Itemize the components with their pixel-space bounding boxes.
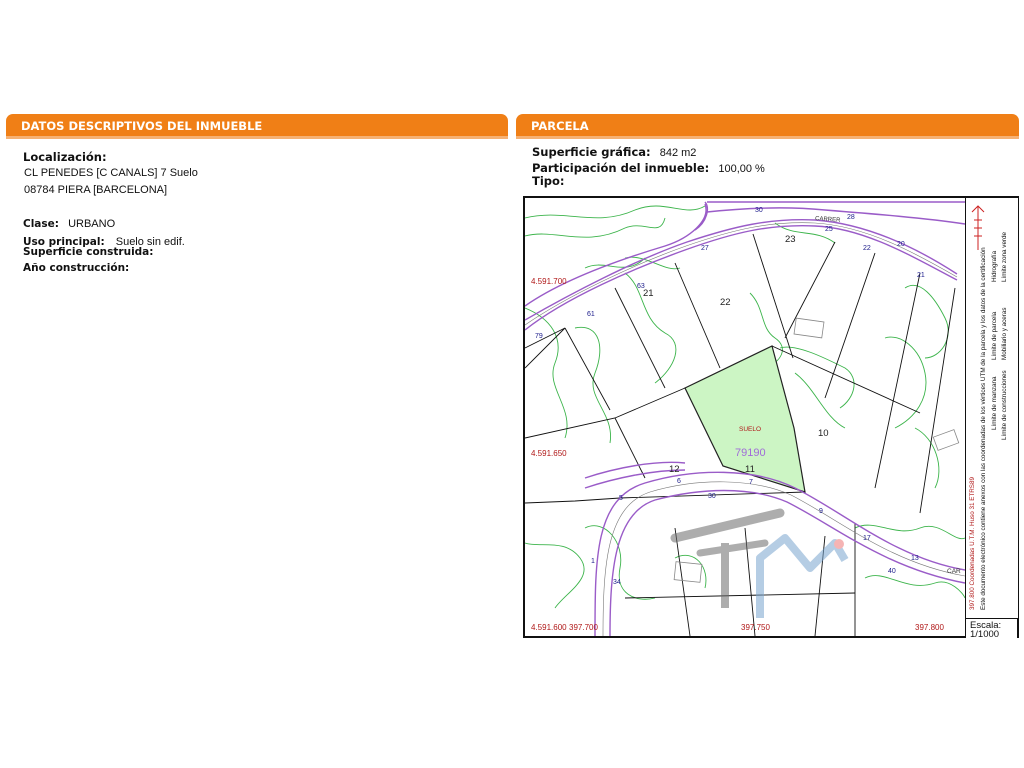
map-drawing: 21 22 23 10 11 12 30 28 25 22 20 21 27 6… (525, 201, 965, 636)
plot-12: 12 (669, 464, 680, 475)
localizacion-label: Localización: (23, 150, 107, 164)
parcel-tag-suelo: SUELO (739, 426, 761, 433)
street-number-12: 30 (708, 493, 716, 500)
street-number-19: 1 (591, 558, 595, 565)
street-number-4: 20 (897, 241, 905, 248)
north-arrow-icon (971, 205, 985, 250)
street-number-6: 27 (701, 245, 709, 252)
map-scale: Escala: 1/1000 (965, 618, 1017, 640)
legend-limite-manzana: Límite de manzana (991, 376, 998, 430)
legend-zona-verde: Límite zona verde (1001, 231, 1008, 282)
street-number-5: 21 (917, 272, 925, 279)
coord-x-mid: 397.750 (741, 623, 770, 632)
street-number-11: 5 (619, 495, 623, 502)
participacion-label: Participación del inmueble: (532, 161, 710, 175)
tipo-label: Tipo: (532, 174, 565, 188)
plot-23: 23 (785, 234, 796, 245)
street-number-14: 9 (819, 508, 823, 515)
street-number-9: 79 (535, 333, 543, 340)
legend-limite-parcela: Límite de parcela (991, 311, 998, 360)
clase-row: Clase: URBANO (23, 212, 115, 231)
map-legend: 397.800 Coordenadas U.T.M. Huso 31 ETRS8… (965, 198, 1018, 618)
parcela-header: PARCELA (516, 114, 1019, 139)
street-name-carrer: CARRER (815, 216, 841, 224)
street-number-7: 63 (637, 283, 645, 290)
plot-10: 10 (818, 428, 829, 439)
clase-label: Clase: (23, 218, 59, 230)
plot-22: 22 (720, 297, 731, 308)
street-number-0: 30 (755, 207, 763, 214)
coord-y-bottom: 4.591.600 (531, 623, 567, 632)
coord-x-left: 397.700 (569, 623, 598, 632)
legend-cert-note: Este documento electrónico contiene anex… (980, 247, 987, 610)
legend-coord-note: 397.800 Coordenadas U.T.M. Huso 31 ETRS8… (969, 476, 976, 610)
street-number-2: 25 (825, 226, 833, 233)
legend-limite-construcciones: Límite de construcciones (1001, 370, 1008, 440)
street-number-13: 7 (749, 479, 753, 486)
parcel-id-label: 79190 (735, 447, 766, 459)
datos-descriptivos-header: DATOS DESCRIPTIVOS DEL INMUEBLE (6, 114, 508, 139)
scale-value: 1/1000 (970, 629, 1000, 640)
plot-11: 11 (745, 464, 755, 475)
superficie-construida-label: Superficie construida: (23, 246, 154, 258)
legend-mobiliario: Mobiliario y aceras (1001, 307, 1008, 361)
clase-value: URBANO (68, 218, 116, 230)
address-line2: 08784 PIERA [BARCELONA] (24, 184, 168, 196)
street-number-16: 13 (911, 555, 919, 562)
coord-x-right: 397.800 (915, 623, 944, 632)
coord-y-mid: 4.591.650 (531, 449, 567, 458)
legend-hidrografia: Hidrografía (991, 250, 998, 282)
street-number-3: 22 (863, 245, 871, 252)
street-number-1: 28 (847, 214, 855, 221)
street-number-18: 34 (613, 579, 621, 586)
anio-construccion-label: Año construcción: (23, 262, 130, 274)
street-name-car: CAR (947, 568, 961, 575)
street-number-17: 40 (888, 568, 896, 575)
cadastral-map: 21 22 23 10 11 12 30 28 25 22 20 21 27 6… (523, 196, 1019, 640)
participacion-value: 100,00 % (718, 163, 765, 175)
street-number-15: 17 (863, 535, 871, 542)
watermark-logo (670, 508, 849, 618)
street-number-10: 6 (677, 478, 681, 485)
coord-y-top: 4.591.700 (531, 277, 567, 286)
street-number-8: 61 (587, 311, 595, 318)
address-line1: CL PENEDES [C CANALS] 7 Suelo (24, 167, 198, 179)
participacion-row: Participación del inmueble: 100,00 % (532, 157, 765, 176)
